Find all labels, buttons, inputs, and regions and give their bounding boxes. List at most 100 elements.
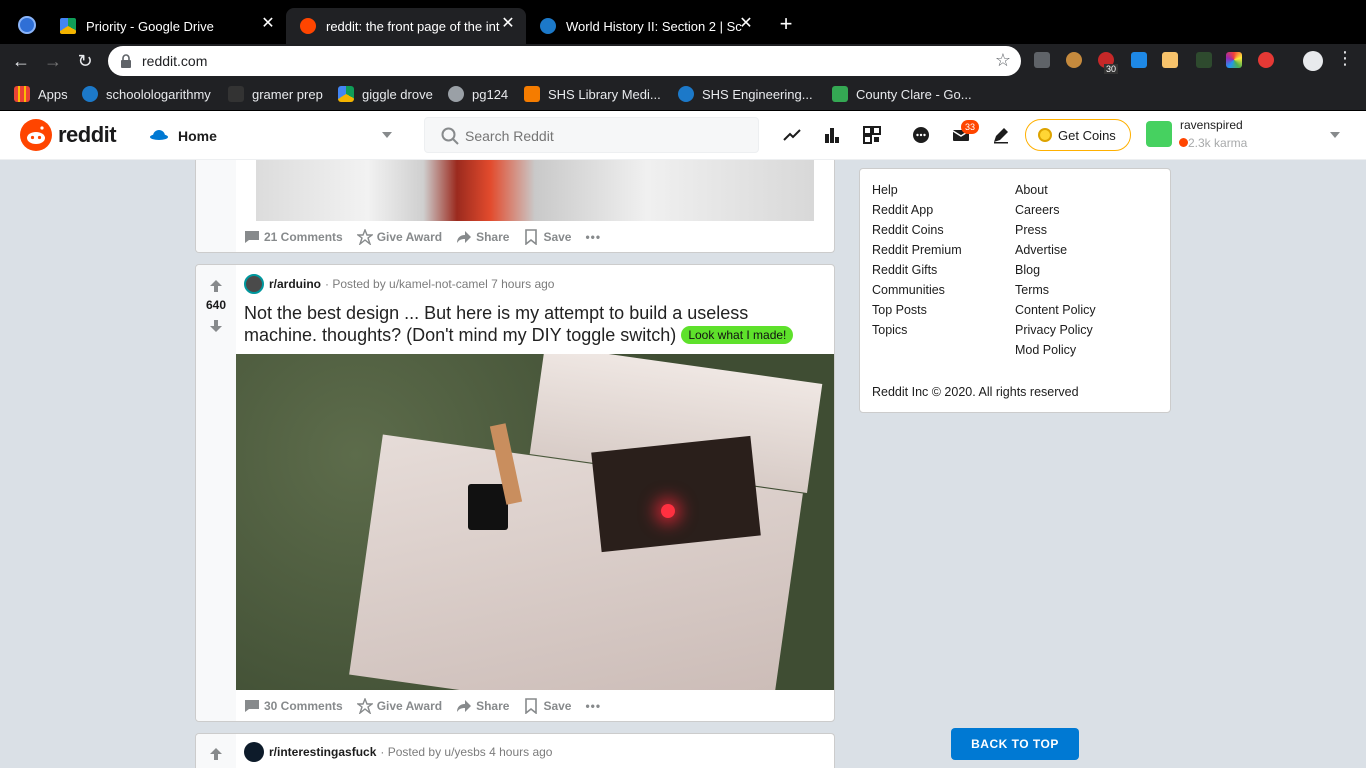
google-drive-icon: [338, 86, 354, 102]
schoology-icon: [678, 86, 694, 102]
subreddit-link[interactable]: r/interestingasfuck: [269, 745, 376, 759]
leaderboard-icon[interactable]: [822, 125, 842, 145]
reddit-logo-icon[interactable]: [20, 119, 52, 151]
red-extension-icon[interactable]: [1258, 52, 1274, 68]
share-button[interactable]: Share: [456, 229, 509, 245]
footer-link-privacy-policy[interactable]: Privacy Policy: [1015, 323, 1093, 337]
award-icon: [356, 698, 373, 714]
downvote-arrow-icon[interactable]: [209, 319, 223, 333]
get-coins-button[interactable]: Get Coins: [1025, 119, 1131, 151]
tab-close-icon[interactable]: ✕: [260, 16, 276, 32]
reddit-wordmark[interactable]: reddit: [58, 122, 117, 148]
arduino-board: [591, 435, 761, 553]
footer-link-press[interactable]: Press: [1015, 223, 1047, 237]
footer-link-reddit-gifts[interactable]: Reddit Gifts: [872, 263, 937, 277]
home-feed-selector[interactable]: Home: [146, 119, 396, 151]
posted-by[interactable]: · Posted by u/kamel-not-camel 7 hours ag…: [325, 277, 554, 291]
account-icon[interactable]: [1303, 51, 1323, 71]
give-award-button[interactable]: Give Award: [356, 229, 442, 245]
footer-link-top-posts[interactable]: Top Posts: [872, 303, 927, 317]
bookmark-gramer-prep[interactable]: gramer prep: [228, 85, 323, 103]
tab-reddit[interactable]: reddit: the front page of the int ✕: [286, 8, 526, 44]
chrome-menu-icon[interactable]: ⋮: [1336, 48, 1354, 69]
grammar-icon: [228, 86, 244, 102]
toggle-switch: [468, 484, 508, 530]
footer-link-mod-policy[interactable]: Mod Policy: [1015, 343, 1076, 357]
address-bar[interactable]: reddit.com ☆: [108, 46, 1021, 76]
leaf-extension-icon[interactable]: [1196, 52, 1212, 68]
arduino-subreddit-icon[interactable]: [244, 274, 264, 294]
user-menu[interactable]: ravenspired 2.3k karma: [1146, 117, 1346, 153]
search-icon: [441, 127, 459, 145]
bookmark-pg124[interactable]: pg124: [448, 85, 508, 103]
footer-link-content-policy[interactable]: Content Policy: [1015, 303, 1096, 317]
save-button[interactable]: Save: [523, 229, 571, 245]
subreddit-link[interactable]: r/arduino: [269, 277, 321, 291]
footer-link-about[interactable]: About: [1015, 183, 1048, 197]
post-card[interactable]: 640 r/arduino · Posted by u/kamel-not-ca…: [195, 264, 835, 722]
bookmark-giggle-drove[interactable]: giggle drove: [338, 85, 433, 103]
chrome-profile-icon[interactable]: [18, 16, 36, 34]
reload-icon[interactable]: ↻: [74, 50, 96, 72]
share-button[interactable]: Share: [456, 698, 509, 714]
footer-link-terms[interactable]: Terms: [1015, 283, 1049, 297]
save-button[interactable]: Save: [523, 698, 571, 714]
bookmark-shs-engineering[interactable]: SHS Engineering...: [678, 85, 813, 103]
post-flair[interactable]: Look what I made!: [681, 326, 794, 344]
owl-extension-icon[interactable]: [1066, 52, 1082, 68]
crx-extension-icon[interactable]: [1034, 52, 1050, 68]
new-tab-button[interactable]: +: [776, 12, 796, 36]
bookmark-county-clare[interactable]: County Clare - Go...: [832, 85, 972, 103]
comments-label: 30 Comments: [264, 699, 343, 713]
tab-close-icon[interactable]: ✕: [500, 16, 516, 32]
footer-link-careers[interactable]: Careers: [1015, 203, 1059, 217]
post-card[interactable]: 21 Comments Give Award Share Save •••: [195, 160, 835, 253]
footer-link-help[interactable]: Help: [872, 183, 898, 197]
tab-title: Priority - Google Drive: [86, 18, 214, 34]
browser-tab-strip: Priority - Google Drive ✕ reddit: the fr…: [0, 0, 1366, 44]
tab-world-history[interactable]: World History II: Section 2 | Sc ✕: [526, 8, 764, 44]
color-extension-icon[interactable]: [1226, 52, 1242, 68]
tab-close-icon[interactable]: ✕: [738, 16, 754, 32]
footer-link-blog[interactable]: Blog: [1015, 263, 1040, 277]
upvote-arrow-icon[interactable]: [209, 747, 223, 761]
checkmark-extension-icon[interactable]: [1131, 52, 1147, 68]
bookmark-schoology[interactable]: schoolologarithmy: [82, 85, 211, 103]
more-options-icon[interactable]: •••: [585, 230, 601, 244]
posted-by[interactable]: · Posted by u/yesbs 4 hours ago: [380, 745, 552, 759]
bookmark-star-icon[interactable]: ☆: [995, 50, 1011, 71]
tab-google-drive[interactable]: Priority - Google Drive ✕: [46, 8, 286, 44]
copyright-text: Reddit Inc © 2020. All rights reserved: [872, 385, 1079, 399]
search-input[interactable]: [465, 126, 745, 146]
rpan-icon[interactable]: [862, 125, 882, 145]
create-post-pencil-icon[interactable]: [991, 125, 1011, 145]
search-box[interactable]: [424, 117, 759, 153]
comments-button[interactable]: 30 Comments: [244, 698, 343, 714]
bookmark-shs-library[interactable]: SHS Library Medi...: [524, 85, 661, 103]
schoology-icon: [82, 86, 98, 102]
post-image[interactable]: [236, 354, 834, 690]
bookmark-apps[interactable]: Apps: [14, 85, 68, 103]
footer-link-advertise[interactable]: Advertise: [1015, 243, 1067, 257]
give-award-button[interactable]: Give Award: [356, 698, 442, 714]
back-arrow-icon[interactable]: ←: [10, 50, 32, 72]
footer-link-communities[interactable]: Communities: [872, 283, 945, 297]
interestingasfuck-subreddit-icon[interactable]: [244, 742, 264, 762]
trending-icon[interactable]: [782, 125, 802, 145]
box-extension-icon[interactable]: [1162, 52, 1178, 68]
footer-link-reddit-app[interactable]: Reddit App: [872, 203, 933, 217]
post-card[interactable]: r/interestingasfuck · Posted by u/yesbs …: [195, 733, 835, 768]
footer-link-reddit-coins[interactable]: Reddit Coins: [872, 223, 944, 237]
chat-icon[interactable]: [911, 125, 931, 145]
back-to-top-button[interactable]: BACK TO TOP: [951, 728, 1079, 760]
post-title[interactable]: Not the best design ... But here is my a…: [244, 302, 824, 346]
footer-link-reddit-premium[interactable]: Reddit Premium: [872, 243, 962, 257]
footer-link-topics[interactable]: Topics: [872, 323, 907, 337]
comments-button[interactable]: 21 Comments: [244, 229, 343, 245]
upvote-arrow-icon[interactable]: [209, 279, 223, 293]
more-options-icon[interactable]: •••: [585, 699, 601, 713]
post-image[interactable]: [256, 160, 814, 221]
save-label: Save: [543, 699, 572, 713]
forward-arrow-icon[interactable]: →: [42, 50, 64, 72]
comment-icon: [245, 700, 259, 712]
